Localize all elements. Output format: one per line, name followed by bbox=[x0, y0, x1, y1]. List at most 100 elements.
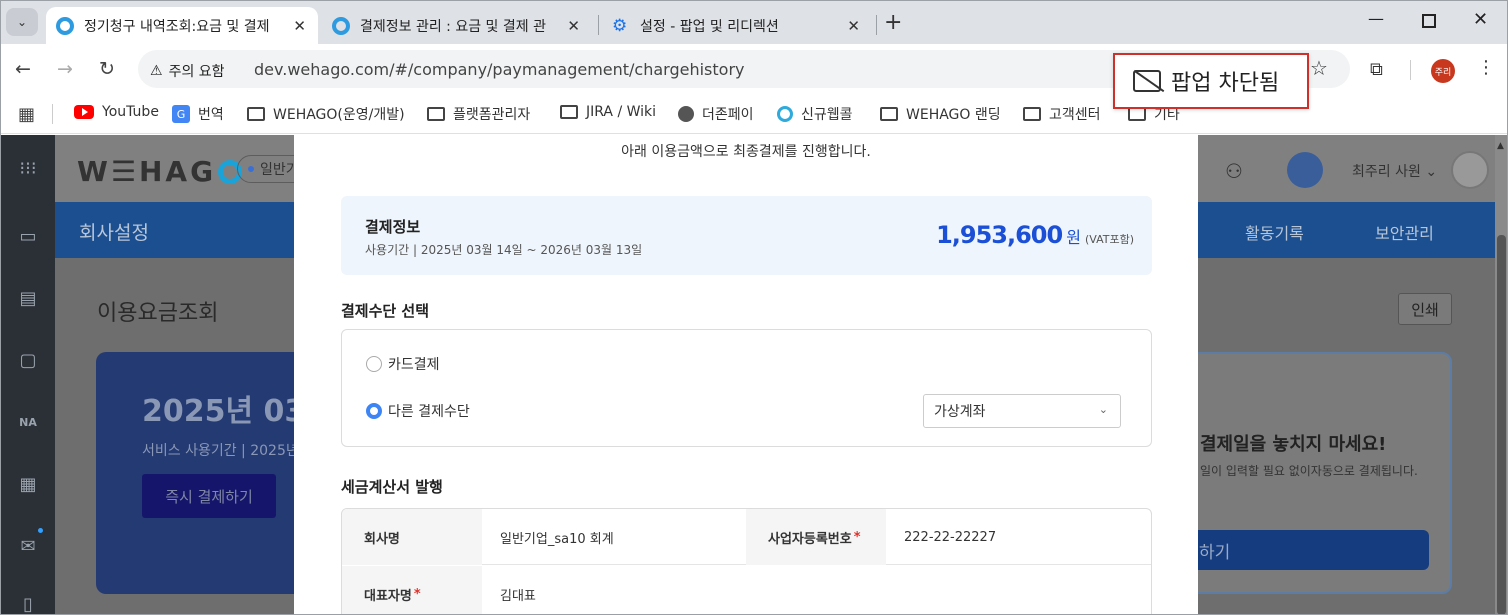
folder-icon bbox=[880, 107, 898, 121]
select-value: 가상계좌 bbox=[934, 404, 986, 420]
bookmark-new-webcall[interactable]: 신규웹콜 bbox=[777, 104, 853, 124]
promo-subtext: 일이 입력할 필요 없이자동으로 결제됩니다. bbox=[1200, 464, 1418, 478]
ring-icon bbox=[777, 106, 793, 122]
close-icon[interactable]: ✕ bbox=[567, 17, 580, 35]
table-icon[interactable]: ▤ bbox=[16, 287, 40, 309]
calendar-icon[interactable]: ▦ bbox=[16, 473, 40, 495]
tax-invoice-title: 세금계산서 발행 bbox=[341, 478, 443, 496]
radio-label: 다른 결제수단 bbox=[388, 404, 470, 420]
bookmark-youtube[interactable]: YouTube bbox=[74, 104, 159, 120]
tab-payment-info[interactable]: 결제정보 관리 : 요금 및 결제 관 ✕ bbox=[322, 7, 592, 45]
bookmark-label: 번역 bbox=[198, 107, 224, 123]
profile-avatar[interactable]: 주리 bbox=[1431, 59, 1455, 83]
more-menu-icon[interactable]: ⋮ bbox=[1477, 57, 1495, 78]
bookmark-label: JIRA / Wiki bbox=[586, 104, 657, 120]
radio-unchecked[interactable] bbox=[366, 356, 382, 372]
bookmark-label: 고객센터 bbox=[1049, 107, 1101, 123]
wehago-favicon-icon bbox=[332, 17, 350, 35]
globe-icon bbox=[678, 106, 694, 122]
table-value-cell: 김대표 bbox=[482, 566, 746, 615]
payment-modal: 아래 이용금액으로 최종결제를 진행합니다. 결제정보 사용기간 | 2025년… bbox=[294, 135, 1198, 615]
toolbar-separator bbox=[1410, 60, 1411, 80]
tab-title: 결제정보 관리 : 요금 및 결제 관 bbox=[360, 19, 546, 35]
new-tab-plus-icon[interactable]: + bbox=[884, 10, 902, 35]
user-menu[interactable]: 최주리 사원 ⌄ bbox=[1352, 161, 1437, 181]
print-button[interactable]: 인쇄 bbox=[1398, 293, 1452, 325]
back-arrow-icon[interactable]: ← bbox=[15, 58, 31, 80]
cell-value: 일반기업_sa10 회계 bbox=[500, 531, 614, 547]
forward-arrow-icon[interactable]: → bbox=[57, 58, 73, 80]
bookmark-duzonpay[interactable]: 더존페이 bbox=[678, 104, 754, 124]
table-value-cell: 222-22-22227 bbox=[886, 509, 1151, 565]
mobile-icon[interactable]: ▯ bbox=[16, 593, 40, 615]
service-period: 서비스 사용기간 | 2025년 bbox=[142, 443, 299, 459]
promo-button-label: 하기 bbox=[1199, 542, 1231, 563]
table-row: 회사명 일반기업_sa10 회계 사업자등록번호 * 222-22-22227 bbox=[342, 509, 1151, 565]
table-value-cell: 일반기업_sa10 회계 bbox=[482, 509, 746, 565]
required-mark: * bbox=[853, 529, 861, 545]
promo-button[interactable]: 하기 bbox=[1159, 530, 1429, 570]
warning-triangle-icon: ⚠ bbox=[150, 63, 163, 79]
page-scrollbar[interactable]: ▲ bbox=[1495, 135, 1508, 615]
bookmark-customer-center[interactable]: 고객센터 bbox=[1023, 104, 1101, 124]
document-w-icon[interactable]: ▢ bbox=[16, 349, 40, 371]
close-window-icon[interactable]: ✕ bbox=[1473, 9, 1488, 30]
required-mark: * bbox=[413, 586, 421, 602]
radio-other-payment[interactable]: 다른 결제수단 bbox=[366, 401, 470, 421]
popup-blocked-label: 팝업 차단됨 bbox=[1171, 71, 1280, 96]
payment-method-select[interactable]: 가상계좌 ⌄ bbox=[923, 394, 1121, 428]
contacts-card-icon[interactable]: ▭ bbox=[16, 225, 40, 247]
bookmarks-separator bbox=[52, 104, 53, 124]
bookmark-wehago-folder[interactable]: WEHAGO(운영/개발) bbox=[247, 104, 405, 124]
extensions-puzzle-icon[interactable]: ⧉ bbox=[1370, 59, 1383, 80]
user-name: 최주리 사원 bbox=[1352, 164, 1421, 180]
menu-security[interactable]: 보안관리 bbox=[1375, 220, 1434, 244]
radio-card-payment[interactable]: 카드결제 bbox=[366, 354, 440, 374]
left-rail: ⁝⁝⁝ ▭ ▤ ▢ NA ▦ ✉ ▯ bbox=[0, 135, 55, 615]
url-text[interactable]: dev.wehago.com/#/company/paymanagement/c… bbox=[254, 60, 745, 79]
payment-method-box: 카드결제 다른 결제수단 가상계좌 ⌄ bbox=[341, 329, 1152, 447]
menu-activity-log[interactable]: 활동기록 bbox=[1245, 220, 1304, 244]
network-icon[interactable]: ⚇ bbox=[1225, 159, 1243, 183]
close-icon[interactable]: ✕ bbox=[847, 17, 860, 35]
minimize-icon[interactable]: — bbox=[1368, 9, 1384, 28]
radio-checked[interactable] bbox=[366, 403, 382, 419]
chevron-down-icon: ⌄ bbox=[1098, 403, 1108, 416]
na-icon[interactable]: NA bbox=[16, 411, 40, 433]
chevron-down-icon: ⌄ bbox=[1425, 164, 1438, 180]
pay-now-button[interactable]: 즉시 결제하기 bbox=[142, 474, 276, 518]
modal-subtitle: 아래 이용금액으로 최종결제를 진행합니다. bbox=[621, 144, 871, 160]
tab-charge-history[interactable]: 정기청구 내역조회:요금 및 결제 ✕ bbox=[46, 7, 318, 45]
popup-blocked-icon bbox=[1133, 70, 1161, 92]
apps-grid-icon[interactable]: ▦ bbox=[18, 104, 35, 125]
folder-icon bbox=[427, 107, 445, 121]
translate-icon: G bbox=[172, 105, 190, 123]
bookmark-star-icon[interactable]: ☆ bbox=[1310, 56, 1328, 80]
table-header-cell: 회사명 bbox=[342, 509, 482, 565]
bookmark-wehago-landing[interactable]: WEHAGO 랜딩 bbox=[880, 104, 1001, 124]
tab-search-button[interactable]: ⌄ bbox=[6, 8, 38, 36]
security-warning-chip[interactable]: ⚠ 주의 요함 bbox=[150, 61, 225, 81]
close-icon[interactable]: ✕ bbox=[293, 17, 306, 35]
user-avatar[interactable] bbox=[1287, 152, 1323, 188]
tab-title: 정기청구 내역조회:요금 및 결제 bbox=[84, 19, 270, 35]
scrollbar-thumb[interactable] bbox=[1497, 235, 1506, 615]
bookmark-translate[interactable]: G 번역 bbox=[172, 104, 224, 124]
promo-heading: 결제일을 놓치지 마세요! bbox=[1200, 434, 1387, 455]
app-grid-icon[interactable]: ⁝⁝⁝ bbox=[16, 157, 40, 179]
mail-icon[interactable]: ✉ bbox=[16, 535, 40, 557]
bookmark-jira-wiki[interactable]: JIRA / Wiki bbox=[560, 104, 656, 120]
popup-blocked-indicator[interactable]: 팝업 차단됨 bbox=[1113, 53, 1309, 109]
maximize-icon[interactable] bbox=[1422, 14, 1436, 28]
bookmark-label: 신규웹콜 bbox=[801, 107, 853, 123]
table-header-cell: 사업자등록번호 * bbox=[746, 509, 886, 565]
print-label: 인쇄 bbox=[1411, 300, 1439, 319]
profile-photo[interactable] bbox=[1451, 151, 1489, 189]
bookmark-platform-admin[interactable]: 플랫폼관리자 bbox=[427, 104, 530, 124]
tab-settings-popups[interactable]: ⚙ 설정 - 팝업 및 리디렉션 ✕ bbox=[602, 7, 872, 45]
web-page: ⁝⁝⁝ ▭ ▤ ▢ NA ▦ ✉ ▯ W☰HAG 일반기 ⚇ 최주리 사원 ⌄ … bbox=[0, 135, 1508, 615]
reload-icon[interactable]: ↻ bbox=[99, 58, 115, 80]
bookmark-label: WEHAGO(운영/개발) bbox=[273, 107, 405, 123]
scroll-up-icon[interactable]: ▲ bbox=[1497, 141, 1504, 151]
pay-now-label: 즉시 결제하기 bbox=[165, 487, 253, 506]
